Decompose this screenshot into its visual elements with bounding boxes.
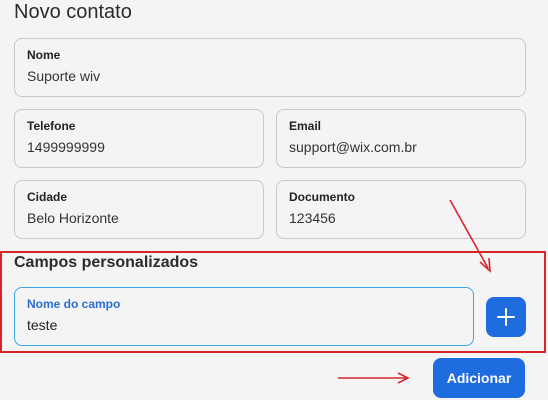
document-label: Documento xyxy=(289,190,355,204)
city-field[interactable]: Cidade Belo Horizonte xyxy=(14,180,264,239)
phone-label: Telefone xyxy=(27,119,76,133)
phone-field[interactable]: Telefone 1499999999 xyxy=(14,109,264,168)
email-value[interactable]: support@wix.com.br xyxy=(289,139,417,155)
name-label: Nome xyxy=(27,48,61,62)
document-field[interactable]: Documento 123456 xyxy=(276,180,526,239)
add-contact-button[interactable]: Adicionar xyxy=(433,358,525,398)
phone-value[interactable]: 1499999999 xyxy=(27,139,105,155)
custom-field-name-label: Nome do campo xyxy=(27,297,121,311)
custom-fields-title: Campos personalizados xyxy=(14,254,199,271)
annotation-arrow-horizontal xyxy=(338,372,410,384)
name-field[interactable]: Nome Suporte wiv xyxy=(14,38,526,97)
email-field[interactable]: Email support@wix.com.br xyxy=(276,109,526,168)
custom-field-name-value[interactable]: teste xyxy=(27,317,57,333)
plus-icon xyxy=(497,308,515,326)
email-label: Email xyxy=(289,119,322,133)
custom-field-name-input[interactable]: Nome do campo teste xyxy=(14,287,474,346)
document-value[interactable]: 123456 xyxy=(289,210,336,226)
add-custom-field-button[interactable] xyxy=(486,297,526,337)
city-label: Cidade xyxy=(27,190,68,204)
city-value[interactable]: Belo Horizonte xyxy=(27,210,119,226)
page-title: Novo contato xyxy=(14,1,132,23)
name-value[interactable]: Suporte wiv xyxy=(27,68,100,84)
